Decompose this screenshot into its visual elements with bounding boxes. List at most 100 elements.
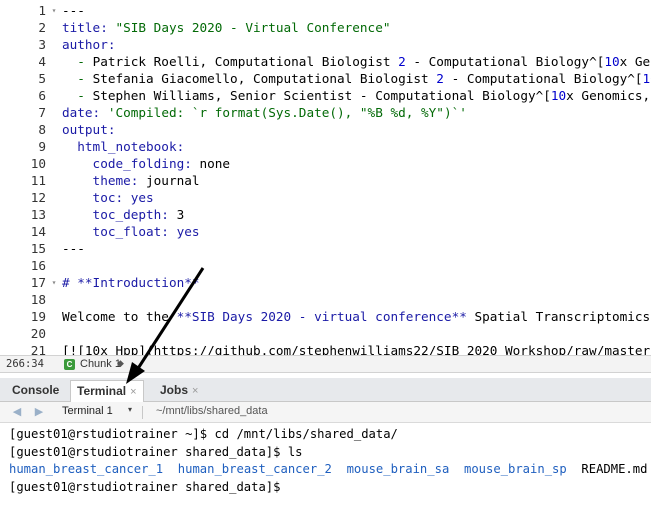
code-token: - <box>62 71 93 86</box>
close-icon[interactable]: × <box>192 385 198 397</box>
line-number: 19 <box>30 309 46 324</box>
code-token: journal <box>146 173 200 188</box>
editor-line[interactable]: 9 html_notebook: <box>0 138 651 155</box>
editor-status-bar: 266:34 C Chunk 1 ◆ <box>0 355 651 373</box>
code-token: 10 <box>604 54 620 69</box>
code-token: **SIB Days 2020 - virtual conference** <box>176 309 467 324</box>
line-number: 16 <box>30 258 46 273</box>
code-text: output: <box>62 121 115 138</box>
code-token: Stephen Williams, Senior Scientist - Com… <box>92 88 551 103</box>
code-token: Stefania Giacomello, Computational Biolo… <box>92 71 437 86</box>
code-text: html_notebook: <box>62 138 184 155</box>
fold-caret-icon[interactable]: ▾ <box>49 274 59 291</box>
line-number: 10 <box>30 156 46 171</box>
directory-entry: human_breast_cancer_1 <box>9 462 164 476</box>
code-text: title: "SIB Days 2020 - Virtual Conferen… <box>62 19 390 36</box>
code-token: code_folding: <box>62 156 200 171</box>
close-icon[interactable]: × <box>130 386 136 398</box>
terminal-selector[interactable]: Terminal 1 <box>62 405 113 417</box>
tab-label: Console <box>12 383 60 397</box>
line-number: 5 <box>38 71 46 86</box>
code-token: - <box>62 54 93 69</box>
code-token: none <box>199 156 231 171</box>
editor-line[interactable]: 5 - Stefania Giacomello, Computational B… <box>0 70 651 87</box>
toolbar-divider <box>142 406 143 419</box>
terminal-line: [guest01@rstudiotrainer shared_data]$ ls <box>9 445 303 459</box>
line-number: 17 <box>30 275 46 290</box>
editor-line[interactable]: 21 [![10x Hpp](https://github.com/stephen… <box>0 342 651 355</box>
terminal-output[interactable]: [guest01@rstudiotrainer ~]$ cd /mnt/libs… <box>0 423 651 506</box>
source-editor[interactable]: 1 ▾ --- 2 title: "SIB Days 2020 - Virtual Co… <box>0 0 651 355</box>
code-token: --- <box>62 241 85 256</box>
terminal-toolbar: ◀ ▶ Terminal 1 ▾ ~/mnt/libs/shared_data <box>0 402 651 423</box>
code-token: Patrick Roelli, Computational Biologist <box>92 54 399 69</box>
editor-line[interactable]: 3 author: <box>0 36 651 53</box>
code-text: --- <box>62 2 85 19</box>
editor-line[interactable]: 11 theme: journal <box>0 172 651 189</box>
code-token: Spatial Transcriptomics work <box>474 309 651 324</box>
code-token: toc_float: <box>62 224 177 239</box>
code-token: yes <box>130 190 154 205</box>
editor-line[interactable]: 12 toc: yes <box>0 189 651 206</box>
editor-line[interactable]: 14 toc_float: yes <box>0 223 651 240</box>
editor-line[interactable]: 4 - Patrick Roelli, Computational Biolog… <box>0 53 651 70</box>
cursor-position: 266:34 <box>6 358 44 370</box>
line-number: 21 <box>30 343 46 355</box>
directory-entry: human_breast_cancer_2 <box>177 462 332 476</box>
line-number: 15 <box>30 241 46 256</box>
fold-caret-icon[interactable]: ▾ <box>49 2 59 19</box>
code-text: - Patrick Roelli, Computational Biologis… <box>62 53 651 70</box>
tab-console[interactable]: Console <box>6 380 65 402</box>
code-token: 10 <box>642 71 651 86</box>
editor-line[interactable]: 17 ▾ # **Introduction** <box>0 274 651 291</box>
directory-entry: mouse_brain_sp <box>463 462 567 476</box>
chunk-caret-icon[interactable]: ◆ <box>117 358 124 369</box>
tab-label: Terminal <box>77 384 127 398</box>
editor-line[interactable]: 13 toc_depth: 3 <box>0 206 651 223</box>
code-token: --- <box>62 3 85 18</box>
editor-line[interactable]: 7 date: 'Compiled: `r format(Sys.Date(), … <box>0 104 651 121</box>
code-token: - Computational Biology^[ <box>405 54 605 69</box>
code-text: - Stephen Williams, Senior Scientist - C… <box>62 87 651 104</box>
code-text: author: <box>62 36 115 53</box>
tab-terminal[interactable]: Terminal × <box>70 380 144 402</box>
chunk-selector[interactable]: Chunk 1 <box>80 358 121 370</box>
editor-line[interactable]: 15 --- <box>0 240 651 257</box>
line-number: 11 <box>30 173 46 188</box>
code-token: html_notebook: <box>62 139 185 154</box>
editor-line[interactable]: 8 output: <box>0 121 651 138</box>
line-number: 7 <box>38 105 46 120</box>
line-number: 12 <box>30 190 46 205</box>
code-text: theme: journal <box>62 172 200 189</box>
line-number: 9 <box>38 139 46 154</box>
editor-line[interactable]: 1 ▾ --- <box>0 2 651 19</box>
chevron-down-icon[interactable]: ▾ <box>128 405 132 414</box>
code-token: x Genomics, step <box>566 88 651 103</box>
directory-entry: mouse_brain_sa <box>346 462 450 476</box>
editor-line[interactable]: 18 <box>0 291 651 308</box>
back-arrow-icon[interactable]: ◀ <box>10 405 24 419</box>
chunk-icon: C <box>64 359 75 370</box>
code-token: date: <box>62 105 108 120</box>
code-text: --- <box>62 240 85 257</box>
code-token: yes <box>176 224 200 239</box>
code-token: 'Compiled: `r format(Sys.Date(), "%B %d,… <box>107 105 467 120</box>
editor-line[interactable]: 19 Welcome to the **SIB Days 2020 - virtu… <box>0 308 651 325</box>
editor-line[interactable]: 16 <box>0 257 651 274</box>
line-number: 4 <box>38 54 46 69</box>
code-text: [![10x Hpp](https://github.com/stephenwi… <box>62 342 651 355</box>
code-text: code_folding: none <box>62 155 231 172</box>
line-number: 3 <box>38 37 46 52</box>
file-entry: README.md <box>581 462 648 476</box>
code-token: toc: <box>62 190 131 205</box>
editor-line[interactable]: 2 title: "SIB Days 2020 - Virtual Confere… <box>0 19 651 36</box>
editor-line[interactable]: 20 <box>0 325 651 342</box>
line-number: 13 <box>30 207 46 222</box>
terminal-ls-output: human_breast_cancer_1 human_breast_cance… <box>9 461 647 478</box>
editor-line[interactable]: 10 code_folding: none <box>0 155 651 172</box>
code-text: toc_depth: 3 <box>62 206 185 223</box>
forward-arrow-icon[interactable]: ▶ <box>32 405 46 419</box>
code-text: - Stefania Giacomello, Computational Bio… <box>62 70 651 87</box>
tab-jobs[interactable]: Jobs × <box>154 380 204 402</box>
editor-line[interactable]: 6 - Stephen Williams, Senior Scientist -… <box>0 87 651 104</box>
